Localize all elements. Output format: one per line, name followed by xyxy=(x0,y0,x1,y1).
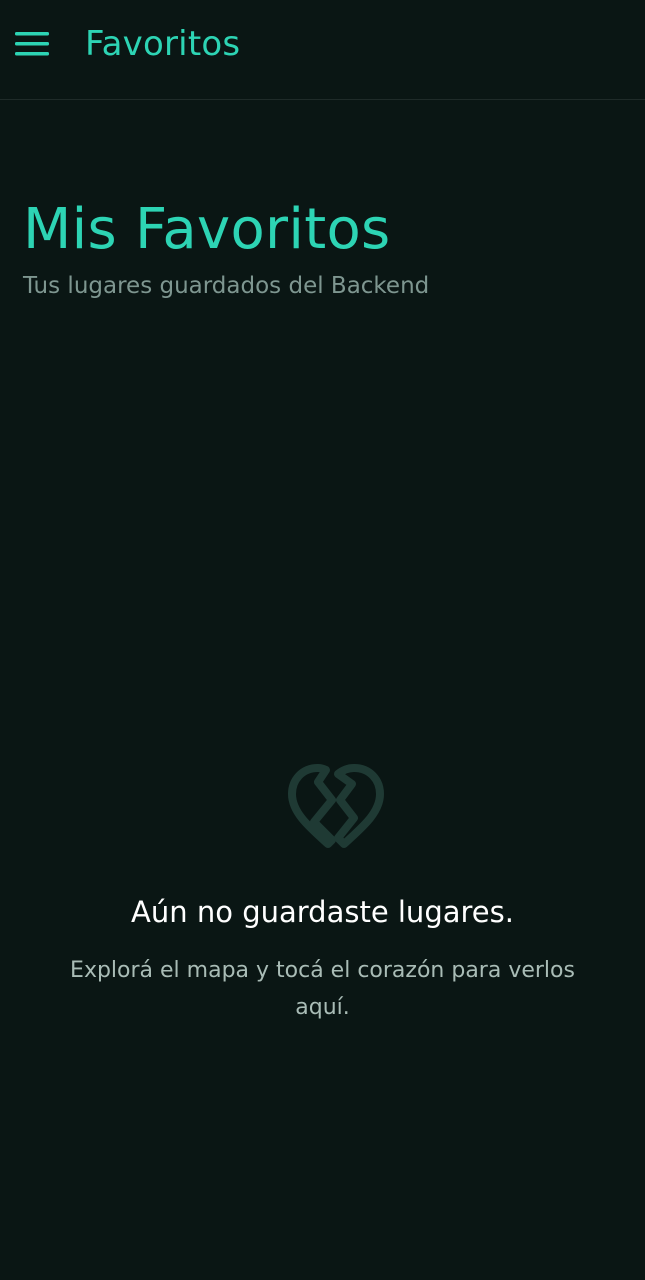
page-title: Mis Favoritos xyxy=(23,197,391,262)
hamburger-menu-icon xyxy=(15,32,49,56)
empty-state-description: Explorá el mapa y tocá el corazón para v… xyxy=(70,958,575,1020)
menu-button[interactable] xyxy=(10,24,54,64)
empty-state-title: Aún no guardaste lugares. xyxy=(131,895,514,929)
page-subtitle: Tus lugares guardados del Backend xyxy=(23,273,430,299)
app-bar-title: Favoritos xyxy=(85,24,241,64)
broken-heart-icon xyxy=(288,764,384,848)
app-bar: Favoritos xyxy=(0,0,645,100)
favorites-screen: Favoritos Mis Favoritos Tus lugares guar… xyxy=(0,0,645,1280)
